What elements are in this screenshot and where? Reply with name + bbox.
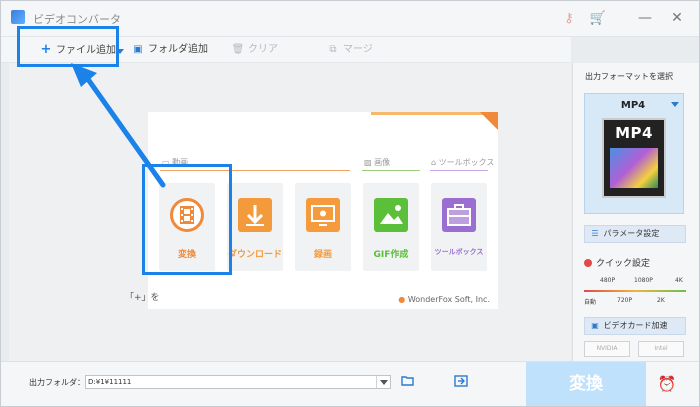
app-window: ビデオコンバータ ⚷ 🛒 — ✕ + ファイル追加 ▣ フォルダ追加 🗑 クリア ⧉ マ… [0, 0, 700, 407]
add-file-highlight [17, 26, 119, 67]
merge-label: マージ [343, 44, 373, 55]
brand-label: WonderFox Soft, Inc. [407, 295, 490, 304]
bottom-bar: 出力フォルダ： D:¥1¥11111 変換 ⏰ [1, 361, 699, 406]
quality-4k[interactable]: 4K [675, 277, 683, 284]
image-icon [374, 198, 408, 232]
nvidia-toggle[interactable]: NVIDIA [584, 341, 630, 357]
folder-add-icon: ▣ [133, 44, 143, 55]
format-name: MP4 [620, 100, 646, 111]
section-image-label: 画像 [374, 158, 391, 167]
output-folder-label: 出力フォルダ： [29, 378, 85, 387]
accent-line [371, 112, 498, 115]
quick-settings-title: クイック設定 [584, 256, 650, 269]
app-logo-icon [11, 10, 25, 24]
output-folder-dropdown-icon[interactable] [376, 376, 390, 388]
section-image-line [362, 170, 420, 171]
record-card-label: 録画 [313, 250, 332, 260]
format-selector[interactable]: MP4 MP4 [584, 93, 684, 214]
close-button[interactable]: ✕ [665, 7, 689, 29]
download-card[interactable]: ダウンロード [227, 183, 283, 271]
folder-open-icon[interactable] [400, 375, 416, 389]
corner-ribbon [480, 112, 498, 130]
gpu-acceleration-label: ビデオカード加速 [603, 321, 668, 330]
clear-button[interactable]: 🗑 クリア [231, 41, 278, 59]
toolbox-card-label: ツールボックス [434, 248, 484, 256]
mp4-format-icon: MP4 [602, 118, 666, 198]
gpu-icon: ▣ [591, 321, 599, 330]
quick-settings-icon [584, 259, 592, 267]
quick-settings-label: クイック設定 [596, 259, 651, 269]
screen-record-icon [306, 198, 340, 232]
gpu-acceleration-button[interactable]: ▣ ビデオカード加速 [584, 317, 686, 335]
minimize-button[interactable]: — [633, 7, 657, 29]
quality-480p[interactable]: 480P [600, 277, 615, 284]
settings-sliders-icon: ☰ [591, 229, 599, 238]
convert-card-highlight [142, 164, 232, 275]
section-toolbox-label: ツールボックス [438, 158, 495, 167]
add-hint-text: 「+」を [125, 293, 160, 303]
brand-footer: ● WonderFox Soft, Inc. [398, 295, 490, 304]
download-icon [238, 198, 272, 232]
cart-icon[interactable]: 🛒 [589, 10, 607, 28]
toolbox-icon [442, 198, 476, 232]
format-art [610, 148, 658, 188]
key-icon[interactable]: ⚷ [560, 10, 578, 28]
output-sidebar: 出力フォーマットを選択 MP4 MP4 ☰ パラメータ設定 クイック設定 480… [572, 63, 699, 361]
record-card[interactable]: 録画 [295, 183, 351, 271]
quality-2k[interactable]: 2K [657, 297, 665, 304]
section-toolbox: ⌂ ツールボックス [431, 158, 495, 167]
intel-toggle[interactable]: Intel [638, 341, 684, 357]
section-toolbox-line [430, 170, 488, 171]
trash-icon: 🗑 [231, 44, 245, 55]
clear-label: クリア [248, 44, 278, 55]
add-folder-button[interactable]: ▣ フォルダ追加 [131, 41, 208, 59]
gif-card[interactable]: GIF作成 [363, 183, 419, 271]
output-folder-input[interactable]: D:¥1¥11111 [85, 375, 391, 389]
add-folder-label: フォルダ追加 [148, 44, 208, 55]
convert-button[interactable]: 変換 [526, 362, 646, 406]
parameter-settings-button[interactable]: ☰ パラメータ設定 [584, 225, 686, 243]
toolbox-card[interactable]: ツールボックス [431, 183, 487, 271]
format-dropdown-icon [671, 102, 679, 107]
quality-auto[interactable]: 自動 [584, 297, 596, 306]
window-title: ビデオコンバータ [33, 13, 121, 26]
merge-icon: ⧉ [329, 44, 337, 55]
quality-720p[interactable]: 720P [617, 297, 632, 304]
folder-export-icon[interactable] [453, 375, 469, 389]
quality-1080p[interactable]: 1080P [634, 277, 653, 284]
format-art-label: MP4 [615, 124, 653, 142]
alarm-clock-icon[interactable]: ⏰ [657, 374, 677, 394]
output-format-title: 出力フォーマットを選択 [585, 72, 673, 81]
quality-slider[interactable] [584, 290, 686, 292]
merge-button[interactable]: ⧉ マージ [326, 41, 373, 59]
section-image: ▨ 画像 [364, 158, 391, 167]
parameter-settings-label: パラメータ設定 [603, 229, 660, 238]
output-folder-value: D:¥1¥11111 [88, 378, 132, 386]
wonderfox-logo-icon: ● [398, 295, 406, 304]
gif-card-label: GIF作成 [373, 250, 409, 260]
